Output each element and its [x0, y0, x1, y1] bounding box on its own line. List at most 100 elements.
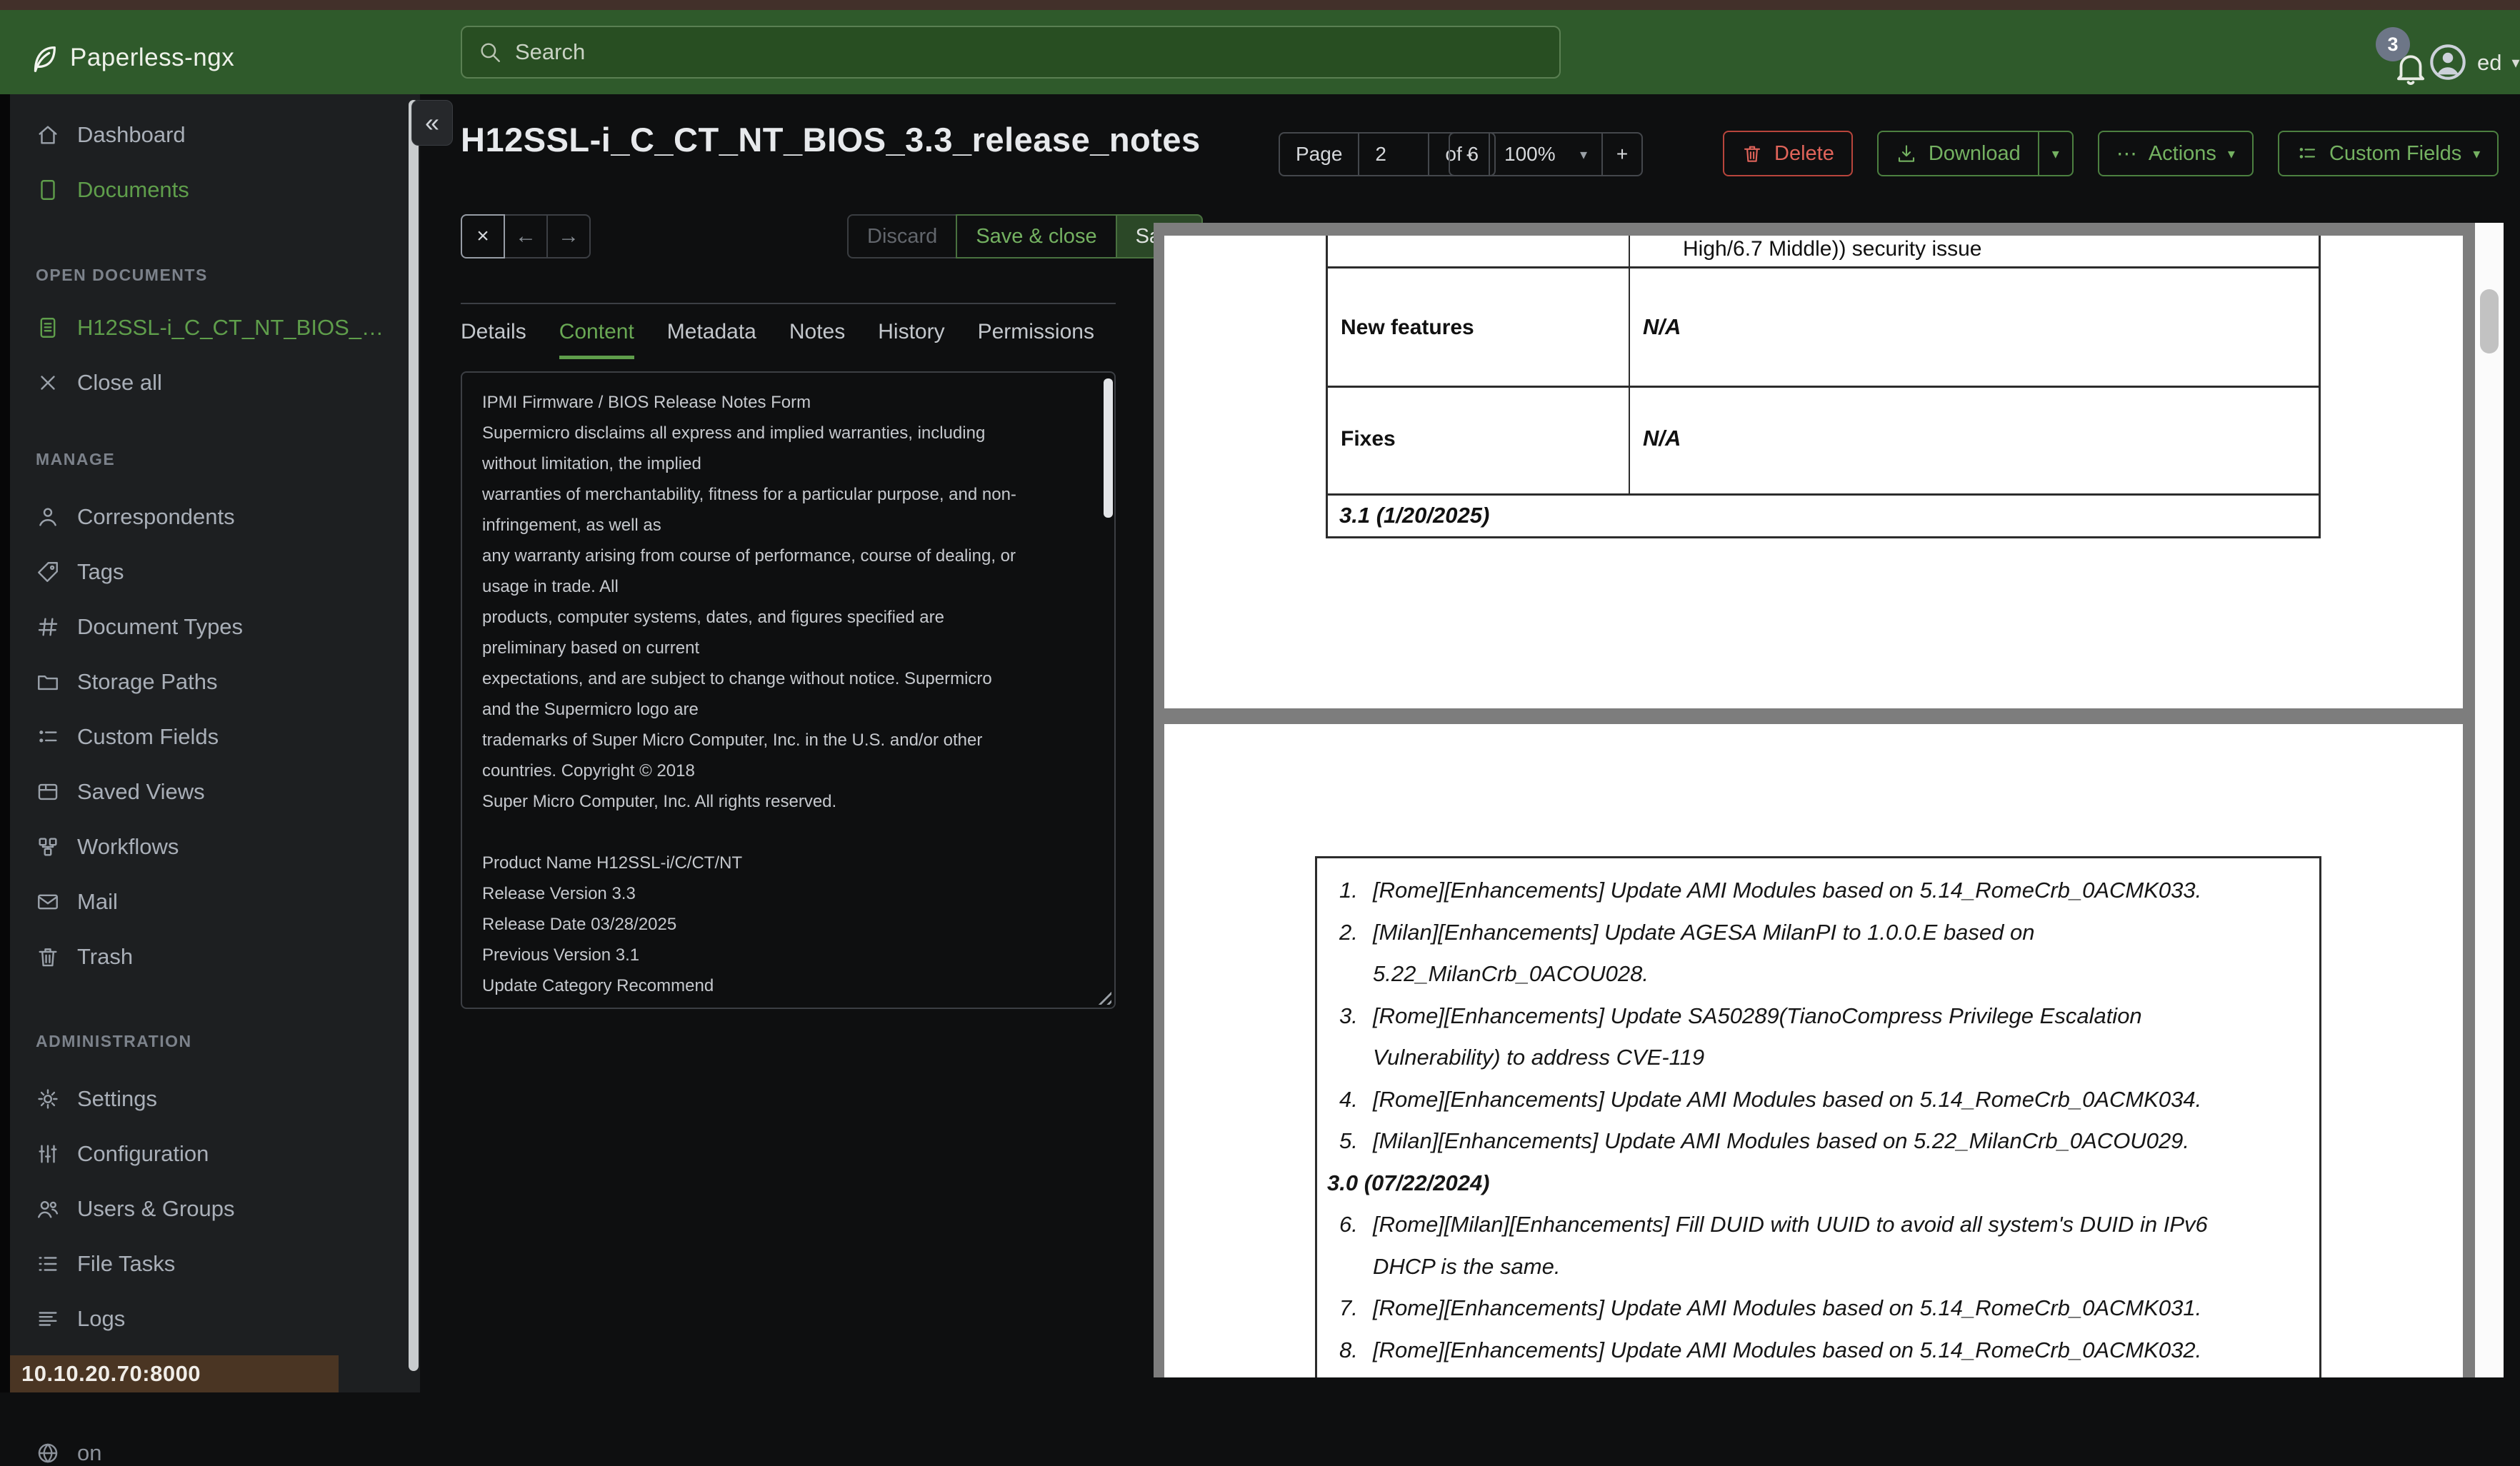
workflow-icon: [36, 835, 60, 859]
close-document-button[interactable]: ×: [461, 214, 505, 258]
fields-icon: [36, 725, 60, 749]
home-icon: [36, 123, 60, 147]
document-nav-buttons: × ← →: [461, 214, 591, 258]
content-textarea[interactable]: IPMI Firmware / BIOS Release Notes Form …: [461, 371, 1116, 1009]
sidebar: Dashboard Documents OPEN DOCUMENTS H12SS…: [10, 94, 420, 1465]
list-item: 3.0 (07/22/2024): [1327, 1170, 1490, 1195]
user-menu[interactable]: ed ▾: [2477, 50, 2520, 76]
list-item: 5.22_MilanCrb_0ACOU028.: [1373, 961, 1649, 987]
status-url-tooltip: 10.10.20.70:8000: [10, 1355, 339, 1392]
actions-menu-button[interactable]: ⋯ Actions ▾: [2097, 131, 2254, 176]
zoom-level-select[interactable]: 100% ▾: [1489, 132, 1603, 176]
sidebar-item[interactable]: Storage Paths: [10, 654, 396, 709]
chevron-down-icon: ▾: [2473, 146, 2481, 162]
sidebar-item[interactable]: Correspondents: [10, 489, 396, 544]
download-button[interactable]: Download: [1876, 131, 2039, 176]
x-icon: [36, 371, 60, 395]
sidebar-item[interactable]: Workflows: [10, 819, 396, 874]
sidebar-item[interactable]: File Tasks: [10, 1236, 396, 1291]
sidebar-item[interactable]: H12SSL-i_C_CT_NT_BIOS_3.3_rel...: [10, 300, 396, 355]
pdf-page-2: 1. [Rome][Enhancements] Update AMI Modul…: [1164, 724, 2463, 1377]
tag-icon: [36, 560, 60, 584]
pdf-scrollbar-thumb[interactable]: [2480, 289, 2499, 353]
download-split-button: Download ▾: [1876, 131, 2074, 176]
list-item: DHCP is the same.: [1373, 1253, 1561, 1279]
sidebar-collapse-button[interactable]: «: [411, 100, 453, 146]
sidebar-item[interactable]: Settings: [10, 1071, 396, 1126]
custom-fields-button[interactable]: Custom Fields ▾: [2277, 131, 2499, 176]
window-left-edge: [0, 94, 10, 1392]
pdf-scrollbar[interactable]: [2475, 223, 2504, 1377]
sidebar-item[interactable]: Custom Fields: [10, 709, 396, 764]
sidebar-item[interactable]: Mail: [10, 874, 396, 929]
sidebar-section-manage: MANAGE: [36, 450, 116, 468]
sidebar-administration: Settings Configuration Users & Groups Fi…: [10, 1071, 396, 1346]
tab[interactable]: Content: [559, 320, 634, 359]
sidebar-item-documentation-partial[interactable]: on: [36, 1440, 101, 1466]
discard-button[interactable]: Discard: [847, 214, 958, 258]
sidebar-item[interactable]: Configuration: [10, 1126, 396, 1181]
list-item: 6. [Rome][Milan][Enhancements] Fill DUID…: [1339, 1212, 2208, 1237]
global-search[interactable]: [461, 26, 1561, 79]
sidebar-item[interactable]: Tags: [10, 544, 396, 599]
list-item: 2. [Milan][Enhancements] Update AGESA Mi…: [1339, 919, 2035, 945]
tasks-icon: [36, 1252, 60, 1276]
sidebar-scrollbar[interactable]: [409, 100, 419, 1371]
tab[interactable]: Permissions: [978, 320, 1094, 359]
chevron-down-icon: ▾: [2051, 146, 2059, 162]
save-and-close-button[interactable]: Save & close: [956, 214, 1117, 258]
notification-badge: 3: [2376, 27, 2410, 61]
release-notes-table: High/6.7 Middle)) security issue New fea…: [1326, 236, 2321, 538]
file-icon: [36, 178, 60, 202]
sidebar-item[interactable]: Logs: [10, 1291, 396, 1346]
previous-document-button[interactable]: ←: [504, 214, 548, 258]
sidebar-section-administration: ADMINISTRATION: [36, 1032, 192, 1050]
list-item: 9. [Rome][Milan][Enhancements] For UsbBu…: [1317, 1371, 2319, 1377]
paperless-logo-icon: [27, 37, 60, 80]
page-number-input[interactable]: 2: [1358, 132, 1430, 176]
table-row-value: N/A: [1643, 314, 1681, 339]
mail-icon: [36, 890, 60, 914]
list-item: 5. [Milan][Enhancements] Update AMI Modu…: [1339, 1128, 2190, 1154]
document-title: H12SSL-i_C_CT_NT_BIOS_3.3_release_notes: [461, 121, 1201, 159]
table-row-value: N/A: [1643, 426, 1681, 451]
sidebar-item[interactable]: Saved Views: [10, 764, 396, 819]
editor-divider: [461, 303, 1116, 304]
dots-icon: ⋯: [2116, 142, 2137, 166]
tab[interactable]: History: [878, 320, 944, 359]
file-text-icon: [36, 316, 60, 340]
sidebar-item[interactable]: Close all: [10, 355, 396, 410]
sidebar-item[interactable]: Document Types: [10, 599, 396, 654]
sidebar-item[interactable]: Documents: [10, 162, 396, 217]
sidebar-manage: Correspondents Tags Document Types Stora…: [10, 489, 396, 984]
pdf-viewer: High/6.7 Middle)) security issue New fea…: [1154, 223, 2504, 1377]
app-name[interactable]: Paperless-ngx: [70, 44, 234, 72]
table-row-label: New features: [1341, 316, 1474, 339]
zoom-in-button[interactable]: +: [1601, 132, 1643, 176]
tab[interactable]: Details: [461, 320, 526, 359]
document-tabs: Details Content Metadata Notes History P…: [461, 320, 1094, 359]
trash-icon: [36, 945, 60, 969]
delete-button[interactable]: Delete: [1723, 131, 1853, 176]
sidebar-main-nav: Dashboard Documents: [10, 107, 396, 217]
list-item: 3. [Rome][Enhancements] Update SA50289(T…: [1339, 1003, 2142, 1028]
download-icon: [1896, 143, 1917, 164]
table-partial-row-text: High/6.7 Middle)) security issue: [1683, 237, 1982, 261]
download-options-button[interactable]: ▾: [2039, 131, 2074, 176]
tab[interactable]: Notes: [789, 320, 845, 359]
tab[interactable]: Metadata: [667, 320, 756, 359]
list-item: 8. [Rome][Enhancements] Update AMI Modul…: [1339, 1337, 2202, 1362]
next-document-button[interactable]: →: [546, 214, 591, 258]
globe-icon: [36, 1441, 60, 1465]
sidebar-item[interactable]: Users & Groups: [10, 1181, 396, 1236]
content-scrollbar[interactable]: [1104, 378, 1113, 518]
user-avatar[interactable]: [2427, 41, 2469, 83]
search-input[interactable]: [515, 39, 1544, 65]
zoom-out-button[interactable]: -: [1449, 132, 1490, 176]
sidebar-item[interactable]: Trash: [10, 929, 396, 984]
table-row-label: Fixes: [1341, 427, 1396, 451]
zoom-level-value: 100%: [1504, 143, 1556, 165]
pdf-page-1: High/6.7 Middle)) security issue New fea…: [1164, 236, 2463, 708]
sidebar-item[interactable]: Dashboard: [10, 107, 396, 162]
person-circle-icon: [2427, 41, 2469, 83]
